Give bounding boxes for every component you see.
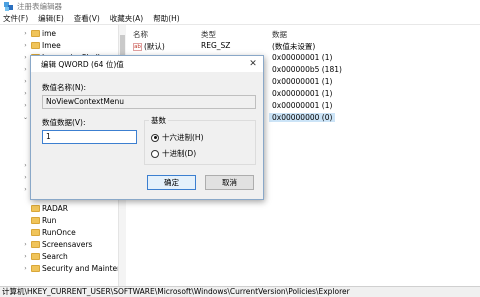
folder-icon xyxy=(31,240,40,248)
folder-icon xyxy=(31,228,40,236)
close-icon[interactable]: ✕ xyxy=(247,58,259,70)
folder-icon xyxy=(31,252,40,260)
value-data: (数值未设置) xyxy=(272,42,316,51)
tree-item-label: Imee xyxy=(42,40,61,50)
column-header-data[interactable]: 数据 xyxy=(272,29,287,40)
string-value-icon: ab xyxy=(133,42,142,51)
menu-edit[interactable]: 编辑(E) xyxy=(33,13,69,24)
value-name-field: NoViewContextMenu xyxy=(42,95,256,109)
tree-item-label: Search xyxy=(42,251,68,261)
chevron-right-icon[interactable]: › xyxy=(22,265,29,272)
tree-item-run[interactable]: Run xyxy=(0,214,125,226)
tree-item-label: Screensavers xyxy=(42,239,93,249)
menu-file[interactable]: 文件(F) xyxy=(0,13,33,24)
title-bar: 注册表编辑器 xyxy=(0,0,480,12)
folder-icon xyxy=(31,216,40,224)
folder-icon xyxy=(31,204,40,212)
cancel-button[interactable]: 取消 xyxy=(205,175,254,190)
chevron-right-icon[interactable]: › xyxy=(22,30,29,37)
chevron-right-icon[interactable]: › xyxy=(22,241,29,248)
radio-decimal[interactable]: 十进制(D) xyxy=(151,148,196,159)
chevron-right-icon[interactable]: › xyxy=(22,54,29,61)
folder-icon xyxy=(31,41,40,49)
tree-item-search[interactable]: › Search xyxy=(0,250,125,262)
menu-bar: 文件(F) 编辑(E) 查看(V) 收藏夹(A) 帮助(H) xyxy=(0,12,480,25)
tree-item-ime[interactable]: › ime xyxy=(0,27,125,39)
chevron-down-icon[interactable]: ⌄ xyxy=(22,114,29,121)
tree-item-label: ime xyxy=(42,28,57,38)
value-name: (默认) xyxy=(144,42,165,51)
tree-item-radar[interactable]: RADAR xyxy=(0,202,125,214)
status-bar-path: 计算机\HKEY_CURRENT_USER\SOFTWARE\Microsoft… xyxy=(0,286,480,297)
ok-button[interactable]: 确定 xyxy=(147,175,196,190)
value-data: 0x00000001 (1) xyxy=(272,53,333,62)
tree-item-label: RunOnce xyxy=(42,227,76,237)
value-row[interactable]: ab (默认) REG_SZ (数值未设置) xyxy=(127,41,480,53)
chevron-right-icon[interactable]: › xyxy=(22,42,29,49)
chevron-right-icon[interactable]: › xyxy=(22,174,29,181)
value-type: REG_SZ xyxy=(201,41,231,50)
menu-help[interactable]: 帮助(H) xyxy=(148,13,185,24)
value-data: 0x00000001 (1) xyxy=(272,77,333,86)
radio-hex-label: 十六进制(H) xyxy=(162,133,204,142)
value-data: 0x00000001 (1) xyxy=(272,101,333,110)
tree-item-label: Run xyxy=(42,215,57,225)
radio-hexadecimal[interactable]: 十六进制(H) xyxy=(151,132,204,143)
value-data: 0x00000001 (1) xyxy=(272,89,333,98)
folder-icon xyxy=(31,29,40,37)
value-data: 0x000000b5 (181) xyxy=(272,65,342,74)
radio-unchecked-icon[interactable] xyxy=(151,149,159,158)
chevron-right-icon[interactable]: › xyxy=(22,186,29,193)
window-title: 注册表编辑器 xyxy=(17,1,62,11)
chevron-right-icon[interactable]: › xyxy=(22,90,29,97)
tree-item-label: Security and Mainten xyxy=(42,263,122,273)
column-header-name[interactable]: 名称 xyxy=(133,29,148,40)
radio-checked-icon[interactable] xyxy=(151,133,159,142)
value-data-input[interactable]: 1 xyxy=(42,130,137,144)
chevron-right-icon[interactable]: › xyxy=(22,162,29,169)
menu-favorites[interactable]: 收藏夹(A) xyxy=(105,13,148,24)
value-data-label: 数值数据(V): xyxy=(42,118,86,127)
dialog-title: 编辑 QWORD (64 位)值 xyxy=(41,59,124,69)
edit-qword-dialog: 编辑 QWORD (64 位)值 ✕ 数值名称(N): NoViewContex… xyxy=(30,55,264,200)
tree-item-runonce[interactable]: RunOnce xyxy=(0,226,125,238)
chevron-right-icon[interactable]: › xyxy=(22,253,29,260)
tree-item-security-and-maintenance[interactable]: › Security and Mainten xyxy=(0,262,125,274)
value-data: 0x00000000 (0) xyxy=(269,113,336,122)
radio-dec-label: 十进制(D) xyxy=(162,149,197,158)
regedit-icon xyxy=(4,1,13,11)
menu-view[interactable]: 查看(V) xyxy=(69,13,105,24)
chevron-right-icon[interactable]: › xyxy=(22,66,29,73)
tree-item-imee[interactable]: › Imee xyxy=(0,39,125,51)
dialog-title-bar[interactable]: 编辑 QWORD (64 位)值 ✕ xyxy=(31,56,263,72)
base-label: 基数 xyxy=(149,115,168,126)
tree-item-label: RADAR xyxy=(42,203,69,213)
folder-icon xyxy=(31,264,40,272)
value-name-label: 数值名称(N): xyxy=(42,83,86,92)
column-header-type[interactable]: 类型 xyxy=(201,29,216,40)
tree-item-screensavers[interactable]: › Screensavers xyxy=(0,238,125,250)
chevron-right-icon[interactable]: › xyxy=(22,78,29,85)
chevron-right-icon[interactable]: › xyxy=(22,102,29,109)
